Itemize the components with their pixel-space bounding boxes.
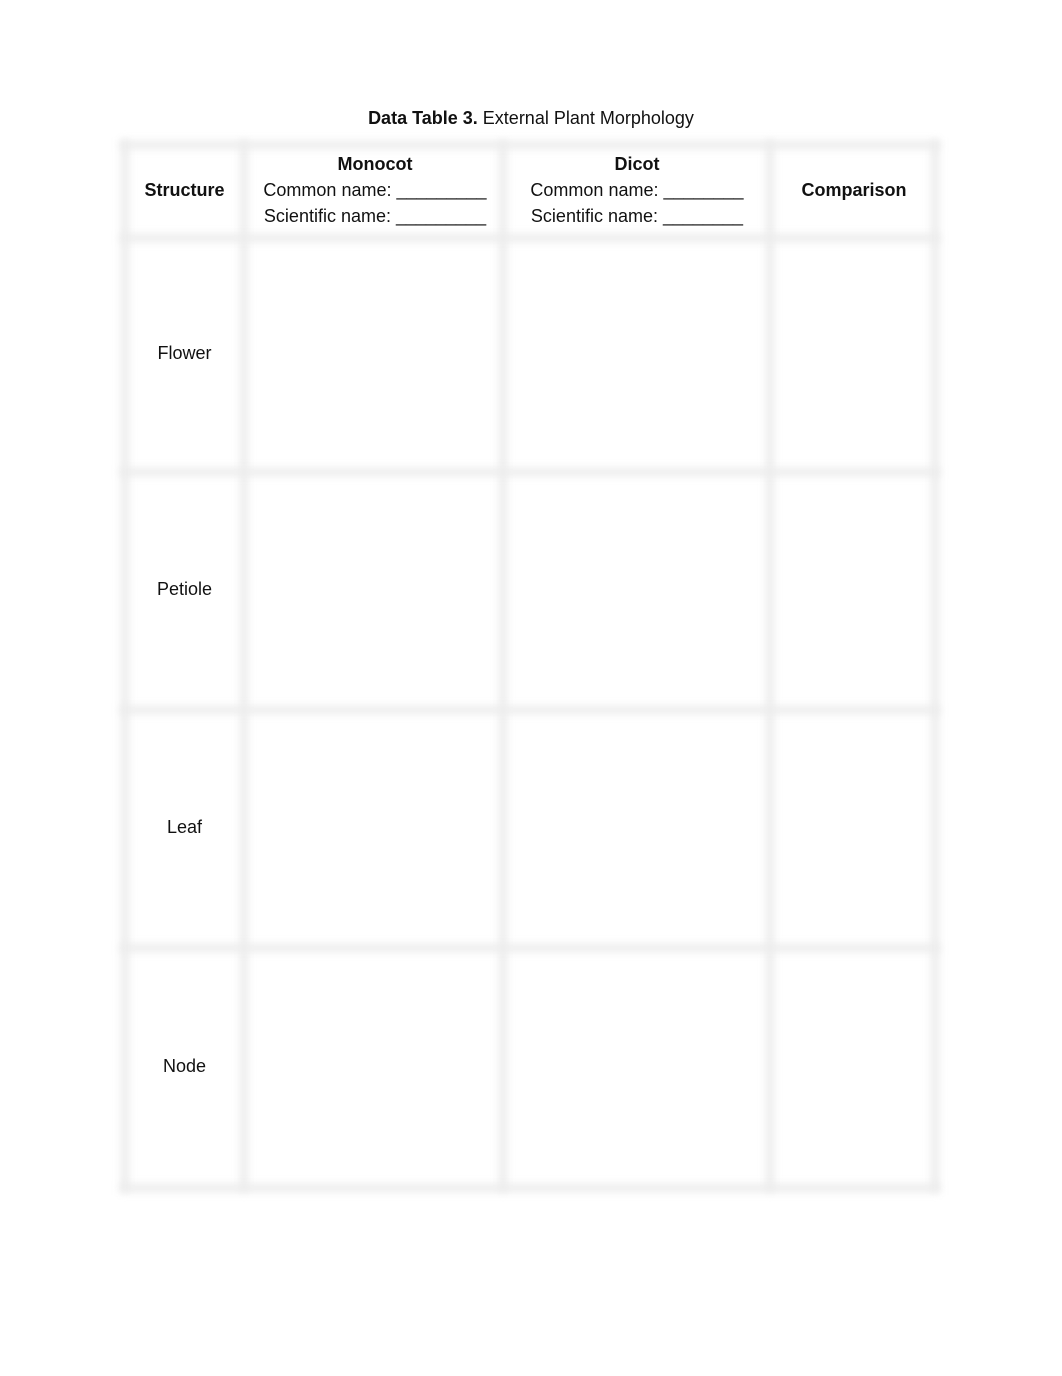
table-caption: Data Table 3. External Plant Morphology	[0, 106, 1062, 130]
dicot-scientific-name-field[interactable]: Scientific name: ________	[531, 203, 743, 229]
comparison-petiole-cell[interactable]	[774, 474, 934, 704]
dicot-flower-cell[interactable]	[507, 240, 767, 466]
monocot-node-cell[interactable]	[250, 950, 500, 1182]
structure-flower: Flower	[157, 343, 212, 363]
dicot-petiole-cell[interactable]	[507, 474, 767, 704]
header-structure: Structure	[125, 148, 244, 232]
dicot-leaf-cell[interactable]	[507, 712, 767, 942]
structure-node: Node	[162, 1056, 207, 1076]
header-structure-label: Structure	[144, 180, 225, 200]
structure-leaf: Leaf	[166, 817, 203, 837]
comparison-node-cell[interactable]	[774, 950, 934, 1182]
header-monocot-title: Monocot	[337, 154, 413, 174]
column-divider	[499, 140, 507, 1192]
dicot-node-cell[interactable]	[507, 950, 767, 1182]
row-structure-label: Node	[125, 950, 244, 1182]
row-structure-label: Petiole	[125, 474, 244, 704]
monocot-scientific-name-field[interactable]: Scientific name: _________	[264, 203, 486, 229]
header-dicot: Dicot Common name: ________ Scientific n…	[507, 148, 767, 232]
caption-title: External Plant Morphology	[482, 108, 694, 128]
header-monocot: Monocot Common name: _________ Scientifi…	[250, 148, 500, 232]
row-structure-label: Leaf	[125, 712, 244, 942]
structure-petiole: Petiole	[156, 579, 213, 599]
monocot-petiole-cell[interactable]	[250, 474, 500, 704]
header-dicot-title: Dicot	[614, 154, 660, 174]
monocot-common-name-field[interactable]: Common name: _________	[263, 177, 486, 203]
comparison-leaf-cell[interactable]	[774, 712, 934, 942]
monocot-flower-cell[interactable]	[250, 240, 500, 466]
column-divider	[766, 140, 774, 1192]
row-structure-label: Flower	[125, 240, 244, 466]
caption-label: Data Table 3.	[368, 108, 478, 128]
header-comparison: Comparison	[774, 148, 934, 232]
monocot-leaf-cell[interactable]	[250, 712, 500, 942]
dicot-common-name-field[interactable]: Common name: ________	[530, 177, 743, 203]
comparison-flower-cell[interactable]	[774, 240, 934, 466]
table-border-bottom	[120, 1184, 940, 1192]
header-comparison-label: Comparison	[801, 180, 907, 200]
